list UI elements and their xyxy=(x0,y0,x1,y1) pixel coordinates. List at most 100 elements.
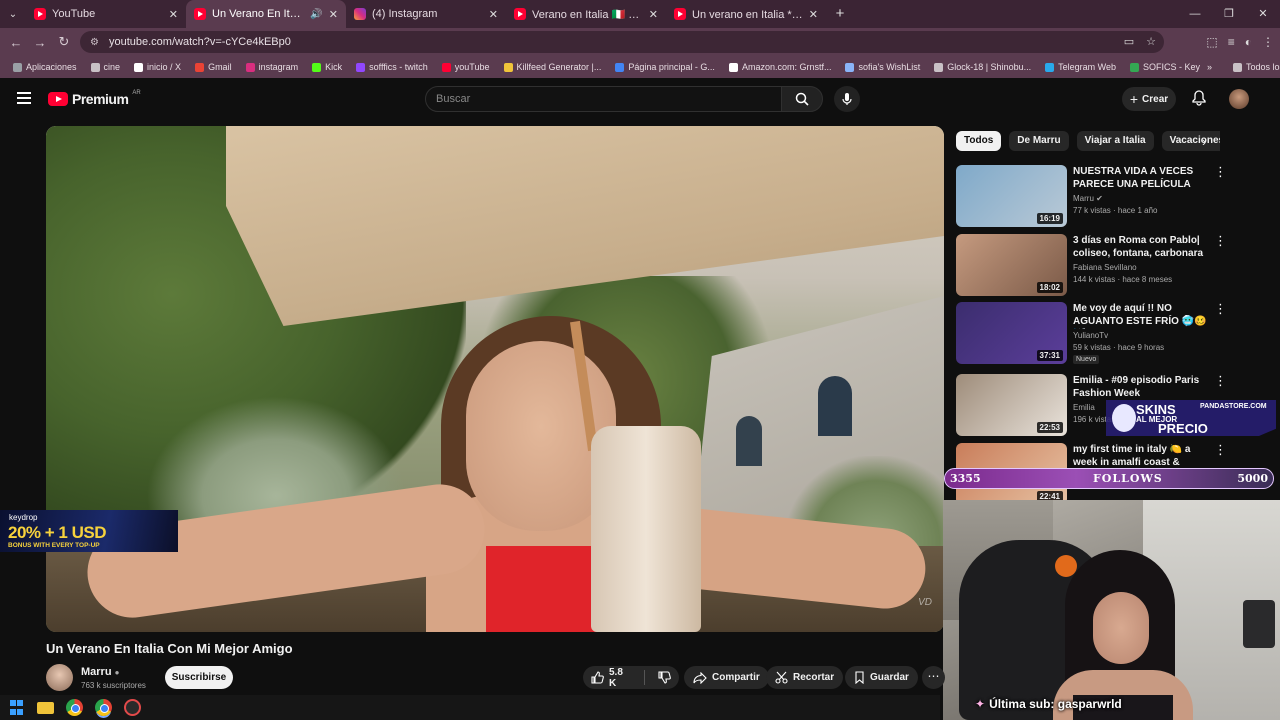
more-options-icon[interactable]: ⋮ xyxy=(1214,374,1227,387)
site-info-icon[interactable]: ⚙ xyxy=(90,37,99,48)
recommendation-channel[interactable]: YulianoTv xyxy=(1073,331,1108,340)
search-button[interactable] xyxy=(781,86,823,112)
last-subscriber-overlay: ✦ Última sub: gasparwrld xyxy=(975,697,1122,711)
save-button[interactable]: Guardar xyxy=(845,666,918,689)
reload-icon[interactable]: ↻ xyxy=(52,34,76,50)
video-player[interactable]: VD xyxy=(46,126,944,632)
chip-travel-italy[interactable]: Viajar a Italia xyxy=(1076,131,1154,151)
chrome-active-icon[interactable] xyxy=(95,699,112,716)
bookmark-item[interactable]: Telegram Web xyxy=(1038,62,1123,72)
chip-vacations[interactable]: Vacaciones xyxy=(1161,131,1220,151)
clip-button[interactable]: Recortar xyxy=(766,666,844,689)
audio-playing-icon[interactable]: 🔊 xyxy=(310,9,322,20)
maximize-icon[interactable]: ❐ xyxy=(1212,0,1246,28)
browser-tab-active[interactable]: Un Verano En Italia Con Mi 🔊 ✕ xyxy=(186,0,346,28)
bookmark-item[interactable]: sofia's WishList xyxy=(838,62,927,72)
search-icon xyxy=(795,92,809,106)
hamburger-menu-icon[interactable] xyxy=(17,92,31,104)
new-tab-button[interactable]: + xyxy=(826,0,854,28)
more-bookmarks-icon[interactable]: » xyxy=(1207,62,1212,72)
close-window-icon[interactable]: ✕ xyxy=(1246,0,1280,28)
close-tab-icon[interactable]: ✕ xyxy=(489,8,498,21)
bookmark-item[interactable]: Página principal - G... xyxy=(608,62,722,72)
chevron-right-icon[interactable]: › xyxy=(1202,134,1206,149)
more-options-icon[interactable]: ⋮ xyxy=(1214,234,1227,247)
video-thumbnail[interactable]: 16:19 xyxy=(956,165,1067,227)
recommendation-title[interactable]: Me voy de aquí !! NO AGUANTO ESTE FRÍO 🥶… xyxy=(1073,302,1207,329)
back-icon[interactable]: ← xyxy=(4,35,28,50)
search-input[interactable]: Buscar xyxy=(425,86,782,112)
tab-list-icon[interactable]: ≡ xyxy=(1228,35,1235,49)
follow-goal-label: FOLLOWS xyxy=(1093,472,1163,485)
close-tab-icon[interactable]: ✕ xyxy=(329,8,338,21)
keydrop-subtext: BONUS WITH EVERY TOP-UP xyxy=(8,542,100,549)
obs-icon[interactable] xyxy=(124,699,141,716)
bookmark-star-icon[interactable]: ☆ xyxy=(1146,35,1156,48)
bookmark-item[interactable]: sofffics - twitch xyxy=(349,62,435,72)
video-thumbnail[interactable]: 37:31 xyxy=(956,302,1067,364)
forward-icon[interactable]: → xyxy=(28,35,52,50)
bookmark-item[interactable]: Amazon.com: Grnstf... xyxy=(722,62,839,72)
account-avatar[interactable] xyxy=(1229,89,1249,109)
tab-search-button[interactable]: ⌄ xyxy=(0,0,26,28)
recommendation-item[interactable]: 37:31 Me voy de aquí !! NO AGUANTO ESTE … xyxy=(956,302,1266,364)
bookmark-item[interactable]: Glock-18 | Shinobu... xyxy=(927,62,1038,72)
recommendation-item[interactable]: 18:02 3 días en Roma con Pablo| coliseo,… xyxy=(956,234,1266,296)
subscribe-button[interactable]: Suscribirse xyxy=(165,666,233,689)
recommendation-channel[interactable]: Fabiana Sevillano xyxy=(1073,263,1137,272)
extensions-icon[interactable]: ⬚ xyxy=(1206,35,1217,49)
bookmark-item[interactable]: inicio / X xyxy=(127,62,188,72)
bookmark-label: Amazon.com: Grnstf... xyxy=(741,62,832,72)
bookmark-item[interactable]: youTube xyxy=(435,62,497,72)
close-tab-icon[interactable]: ✕ xyxy=(809,8,818,21)
bookmark-item[interactable]: Killfeed Generator |... xyxy=(497,62,609,72)
share-button[interactable]: Compartir xyxy=(684,666,769,689)
notifications-bell-icon[interactable] xyxy=(1192,90,1206,109)
like-button[interactable]: 5.8 K xyxy=(583,666,639,689)
more-actions-button[interactable]: ⋯ xyxy=(922,666,945,689)
bookmark-item[interactable]: Aplicaciones xyxy=(6,62,84,72)
recommendation-item[interactable]: 16:19 NUESTRA VIDA A VECES PARECE UNA PE… xyxy=(956,165,1266,227)
more-options-icon[interactable]: ⋮ xyxy=(1214,443,1227,456)
tab-title: (4) Instagram xyxy=(372,8,438,20)
browser-tab[interactable]: (4) Instagram ✕ xyxy=(346,0,506,28)
close-tab-icon[interactable]: ✕ xyxy=(169,8,178,21)
create-button[interactable]: + Crear xyxy=(1122,87,1176,111)
bookmark-item[interactable]: Kick xyxy=(305,62,349,72)
recommendation-channel[interactable]: Marru ✔ xyxy=(1073,194,1103,203)
youtube-logo[interactable]: Premium AR xyxy=(48,90,141,107)
browser-tab[interactable]: Verano en Italia 🇮🇹 - YouTube ✕ xyxy=(506,0,666,28)
browser-tab[interactable]: Un verano en Italia *VLOG* 🍝 ✕ xyxy=(666,0,826,28)
chrome-icon[interactable] xyxy=(66,699,83,716)
menu-kebab-icon[interactable]: ⋮ xyxy=(1262,35,1274,49)
more-options-icon[interactable]: ⋮ xyxy=(1214,302,1227,315)
bookmark-item[interactable]: Gmail xyxy=(188,62,239,72)
browser-tab[interactable]: YouTube ✕ xyxy=(26,0,186,28)
bookmark-item[interactable]: SOFICS - Key xyxy=(1123,62,1207,72)
video-thumbnail[interactable]: 22:53 xyxy=(956,374,1067,436)
close-tab-icon[interactable]: ✕ xyxy=(649,8,658,21)
bookmark-all[interactable]: Todos los marcadores xyxy=(1226,62,1280,72)
last-subscriber-text: Última sub: gasparwrld xyxy=(989,697,1122,711)
recommendation-title[interactable]: 3 días en Roma con Pablo| coliseo, fonta… xyxy=(1073,234,1207,261)
dislike-button[interactable] xyxy=(650,666,679,689)
voice-search-button[interactable] xyxy=(834,86,860,112)
bookmark-item[interactable]: instagram xyxy=(239,62,306,72)
windows-start-icon[interactable] xyxy=(8,699,25,716)
file-explorer-icon[interactable] xyxy=(37,701,54,714)
more-options-icon[interactable]: ⋮ xyxy=(1214,165,1227,178)
address-bar[interactable]: ⚙ youtube.com/watch?v=-cYCe4kEBp0 ▭ ☆ xyxy=(80,31,1164,53)
recommendation-title[interactable]: NUESTRA VIDA A VECES PARECE UNA PELÍCULA… xyxy=(1073,165,1207,192)
recommendation-title[interactable]: Emilia - #09 episodio Paris Fashion Week xyxy=(1073,374,1207,400)
recommendation-title[interactable]: my first time in italy 🍋 a week in amalf… xyxy=(1073,443,1207,470)
video-thumbnail[interactable]: 18:02 xyxy=(956,234,1067,296)
recommendation-channel[interactable]: Emilia xyxy=(1073,403,1095,412)
chip-all[interactable]: Todos xyxy=(956,131,1002,151)
channel-name[interactable]: Marru ● xyxy=(81,666,119,678)
channel-avatar[interactable] xyxy=(46,664,73,691)
minimize-icon[interactable]: — xyxy=(1178,0,1212,28)
chip-from-channel[interactable]: De Marru xyxy=(1009,131,1069,151)
profile-icon[interactable]: ◐ xyxy=(1245,35,1252,49)
bookmark-item[interactable]: cine xyxy=(84,62,128,72)
cast-icon[interactable]: ▭ xyxy=(1124,35,1134,48)
